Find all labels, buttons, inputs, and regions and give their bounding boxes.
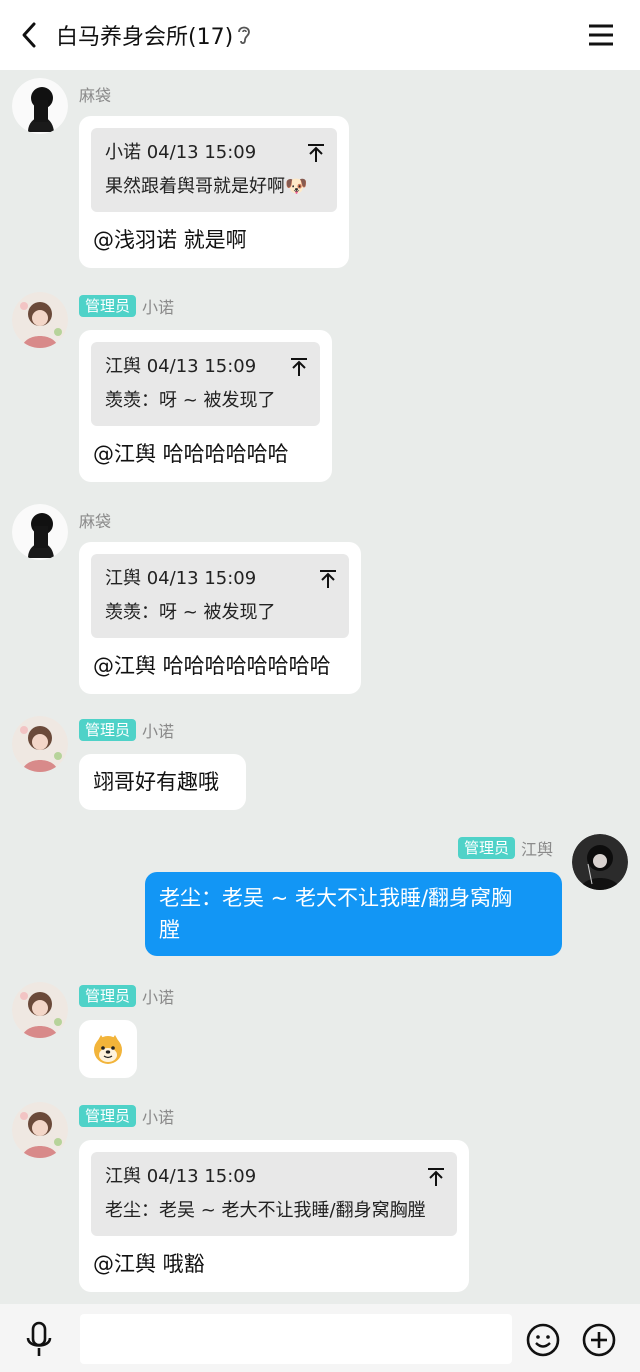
avatar[interactable] <box>572 834 628 890</box>
message-bubble[interactable]: 江舆 04/13 15:09 羡羡：呀 ~ 被发现了 @江舆 哈哈哈哈哈哈 <box>79 330 332 482</box>
admin-badge: 管理员 <box>79 985 137 1007</box>
quote-text: 老尘：老吴 ~ 老大不让我睡/翻身窝胸膛 <box>105 1200 426 1221</box>
admin-badge: 管理员 <box>79 1105 137 1127</box>
chat-header: 白马养身会所(17) <box>0 0 640 70</box>
sender-name: 小诺 <box>142 722 175 741</box>
message-text: 翊哥好有趣哦 <box>93 770 219 794</box>
avatar[interactable] <box>12 504 68 560</box>
quote-text: 羡羡：呀 ~ 被发现了 <box>105 390 276 411</box>
pin-to-top-icon <box>308 144 324 162</box>
avatar[interactable] <box>12 1102 68 1158</box>
quote-author-time: 小诺 04/13 15:09 <box>105 142 257 163</box>
sender-name: 麻袋 <box>79 512 112 531</box>
message-text-line: 膛 <box>159 918 180 942</box>
sender-name: 小诺 <box>142 298 175 317</box>
sender-name: 小诺 <box>142 988 175 1007</box>
quoted-message[interactable]: 小诺 04/13 15:09 果然跟着舆哥就是好啊🐶 <box>91 128 337 212</box>
avatar[interactable] <box>12 982 68 1038</box>
plus-circle-icon[interactable] <box>581 1322 617 1358</box>
sender-name: 江舆 <box>521 840 554 859</box>
quoted-message[interactable]: 江舆 04/13 15:09 老尘：老吴 ~ 老大不让我睡/翻身窝胸膛 <box>91 1152 457 1236</box>
back-arrow-icon[interactable] <box>14 18 48 52</box>
microphone-icon[interactable] <box>24 1320 54 1360</box>
quote-author-time: 江舆 04/13 15:09 <box>105 1166 257 1187</box>
chat-title[interactable]: 白马养身会所(17) <box>56 19 233 51</box>
message-bubble[interactable]: 老尘：老吴 ~ 老大不让我睡/翻身窝胸 膛 <box>145 872 562 956</box>
quote-text: 果然跟着舆哥就是好啊 <box>105 176 285 197</box>
message-text: @浅羽诺 就是啊 <box>93 228 247 252</box>
sender-name: 麻袋 <box>79 86 112 105</box>
message-text-line: 老尘：老吴 ~ 老大不让我睡/翻身窝胸 <box>159 886 513 910</box>
message-bubble[interactable]: 小诺 04/13 15:09 果然跟着舆哥就是好啊🐶 @浅羽诺 就是啊 <box>79 116 349 268</box>
doge-emoji-icon: 🐶 <box>285 176 308 197</box>
input-bar <box>0 1304 640 1372</box>
avatar[interactable] <box>12 78 68 134</box>
smiley-face-icon[interactable] <box>525 1322 561 1358</box>
message-bubble[interactable]: 江舆 04/13 15:09 老尘：老吴 ~ 老大不让我睡/翻身窝胸膛 @江舆 … <box>79 1140 469 1292</box>
admin-badge: 管理员 <box>79 719 137 741</box>
hamburger-menu-icon[interactable] <box>586 20 616 50</box>
pin-to-top-icon <box>320 570 336 588</box>
message-input[interactable] <box>80 1314 512 1364</box>
admin-badge: 管理员 <box>79 295 137 317</box>
doge-emoji-icon <box>94 1035 122 1064</box>
quote-author-time: 江舆 04/13 15:09 <box>105 568 257 589</box>
message-bubble[interactable] <box>79 1020 137 1078</box>
sender-name: 小诺 <box>142 1108 175 1127</box>
pin-to-top-icon <box>428 1168 444 1186</box>
message-text: @江舆 哈哈哈哈哈哈 <box>93 442 289 466</box>
message-bubble[interactable]: 翊哥好有趣哦 <box>79 754 246 810</box>
message-text: @江舆 哦豁 <box>93 1252 205 1276</box>
quoted-message[interactable]: 江舆 04/13 15:09 羡羡：呀 ~ 被发现了 <box>91 554 349 638</box>
admin-badge: 管理员 <box>458 837 516 859</box>
quote-text: 羡羡：呀 ~ 被发现了 <box>105 602 276 623</box>
quoted-message[interactable]: 江舆 04/13 15:09 羡羡：呀 ~ 被发现了 <box>91 342 320 426</box>
avatar[interactable] <box>12 716 68 772</box>
avatar[interactable] <box>12 292 68 348</box>
message-text: @江舆 哈哈哈哈哈哈哈哈 <box>93 654 331 678</box>
pin-to-top-icon <box>291 358 307 376</box>
ear-icon <box>238 26 250 45</box>
message-bubble[interactable]: 江舆 04/13 15:09 羡羡：呀 ~ 被发现了 @江舆 哈哈哈哈哈哈哈哈 <box>79 542 361 694</box>
quote-author-time: 江舆 04/13 15:09 <box>105 356 257 377</box>
